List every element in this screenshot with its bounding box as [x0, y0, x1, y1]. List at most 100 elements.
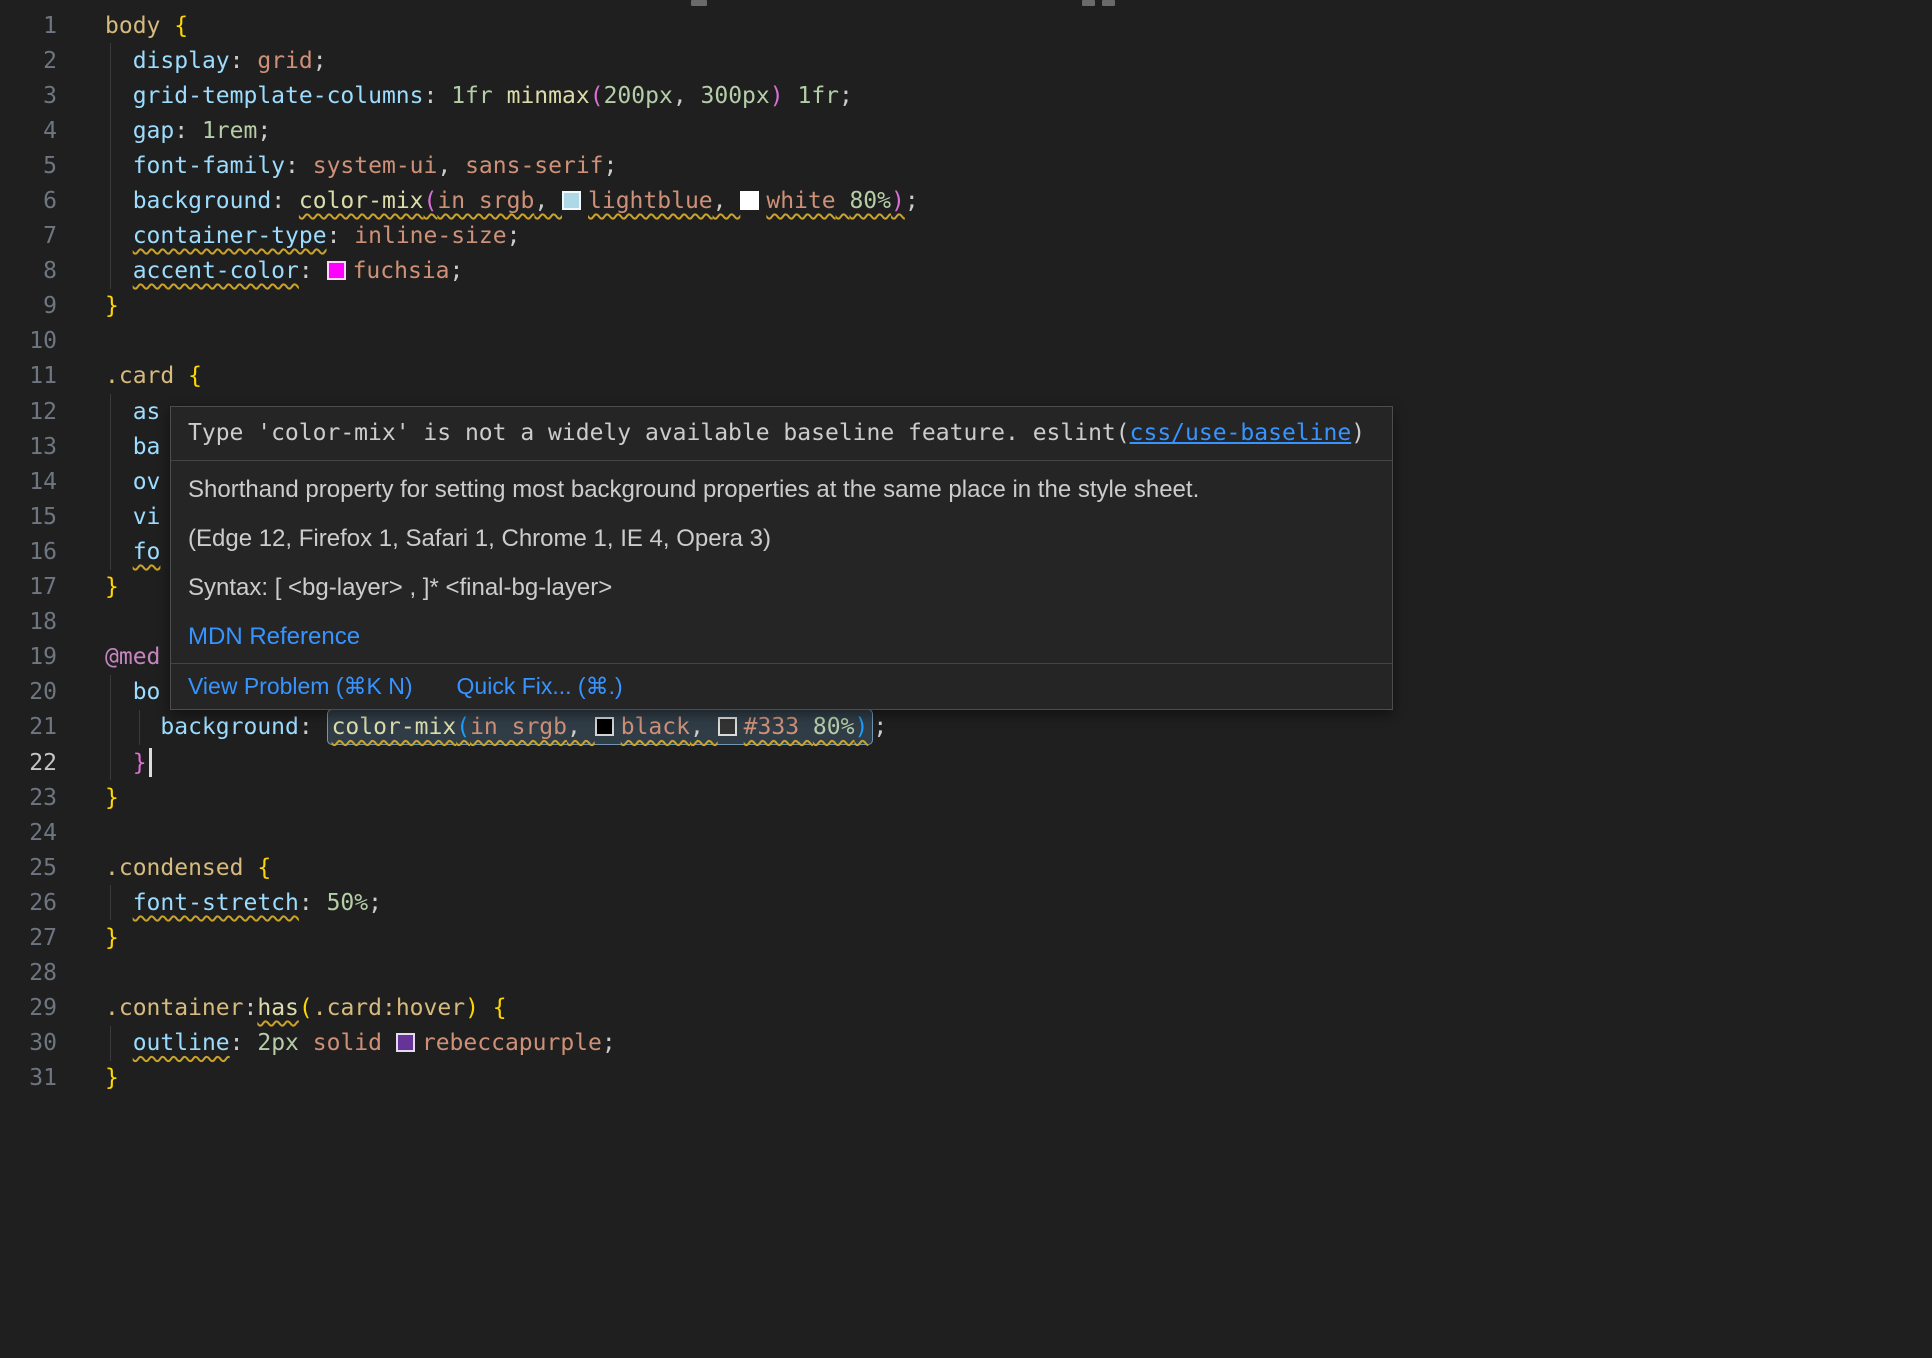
line-number[interactable]: 17 — [0, 574, 57, 600]
code-line[interactable]: 5 font-family: system-ui, sans-serif; — [0, 148, 1932, 183]
line-number[interactable]: 22 — [0, 750, 57, 776]
line-number[interactable]: 10 — [0, 328, 57, 354]
line-number[interactable]: 27 — [0, 925, 57, 951]
line-number[interactable]: 9 — [0, 293, 57, 319]
mdn-reference-link[interactable]: MDN Reference — [188, 623, 360, 650]
code-token: : — [299, 890, 327, 916]
code-token — [243, 855, 257, 881]
code-token: ; — [507, 223, 521, 249]
line-number[interactable]: 31 — [0, 1065, 57, 1091]
code-line[interactable]: 30 outline: 2px solid rebeccapurple; — [0, 1026, 1932, 1061]
code-token: ; — [839, 83, 853, 109]
code-line[interactable]: 26 font-stretch: 50%; — [0, 885, 1932, 920]
code-line[interactable]: 8 accent-color: fuchsia; — [0, 254, 1932, 289]
code-token — [105, 188, 133, 214]
code-line[interactable]: 23} — [0, 780, 1932, 815]
code-token: ; — [257, 118, 271, 144]
line-number[interactable]: 30 — [0, 1030, 57, 1056]
line-number[interactable]: 5 — [0, 153, 57, 179]
line-number[interactable]: 8 — [0, 258, 57, 284]
hover-actions-bar: View Problem (⌘K N) Quick Fix... (⌘.) — [171, 663, 1392, 709]
line-number[interactable]: 14 — [0, 469, 57, 495]
color-swatch[interactable] — [327, 261, 346, 280]
color-swatch[interactable] — [562, 191, 581, 210]
hover-syntax: Syntax: [ <bg-layer> , ]* <final-bg-laye… — [188, 573, 1375, 602]
code-text: accent-color: fuchsia; — [105, 258, 463, 284]
code-token: fuchsia — [353, 258, 450, 284]
code-line[interactable]: 6 background: color-mix(in srgb, lightbl… — [0, 183, 1932, 218]
code-token: 2px — [257, 1030, 299, 1056]
color-swatch[interactable] — [595, 717, 614, 736]
color-swatch[interactable] — [740, 191, 759, 210]
line-number[interactable]: 11 — [0, 363, 57, 389]
code-text: ov — [105, 469, 160, 495]
code-line[interactable]: 31} — [0, 1061, 1932, 1096]
code-line[interactable]: 4 gap: 1rem; — [0, 113, 1932, 148]
code-line[interactable]: 25.condensed { — [0, 850, 1932, 885]
code-token: in srgb — [470, 714, 567, 740]
code-token: 1rem — [202, 118, 257, 144]
code-token: 80% — [813, 714, 855, 740]
rule-link[interactable]: css/use-baseline — [1130, 420, 1352, 446]
line-number[interactable]: 23 — [0, 785, 57, 811]
code-text: container-type: inline-size; — [105, 223, 520, 249]
code-line[interactable]: 7 container-type: inline-size; — [0, 219, 1932, 254]
code-text: vi — [105, 504, 160, 530]
line-number[interactable]: 15 — [0, 504, 57, 530]
line-number[interactable]: 4 — [0, 118, 57, 144]
line-number[interactable]: 16 — [0, 539, 57, 565]
view-problem-button[interactable]: View Problem (⌘K N) — [188, 672, 413, 701]
line-number[interactable]: 2 — [0, 48, 57, 74]
code-token: { — [257, 855, 271, 881]
code-token: fo — [133, 539, 161, 565]
quick-fix-button[interactable]: Quick Fix... (⌘.) — [457, 672, 623, 701]
code-token — [105, 118, 133, 144]
line-number[interactable]: 25 — [0, 855, 57, 881]
line-number[interactable]: 3 — [0, 83, 57, 109]
diagnostic-message: Type 'color-mix' is not a widely availab… — [171, 407, 1392, 460]
code-token: #333 — [744, 714, 799, 740]
line-number[interactable]: 26 — [0, 890, 57, 916]
code-token: system-ui — [313, 153, 438, 179]
code-token: rebeccapurple — [422, 1030, 602, 1056]
code-token: : — [230, 1030, 258, 1056]
code-line[interactable]: 29.container:has(.card:hover) { — [0, 991, 1932, 1026]
code-token: ; — [602, 1030, 616, 1056]
line-number[interactable]: 24 — [0, 820, 57, 846]
code-line[interactable]: 3 grid-template-columns: 1fr minmax(200p… — [0, 78, 1932, 113]
code-line[interactable]: 22 } — [0, 745, 1932, 780]
code-line[interactable]: 9} — [0, 289, 1932, 324]
code-line[interactable]: 2 display: grid; — [0, 43, 1932, 78]
line-number[interactable]: 20 — [0, 679, 57, 705]
code-token: } — [105, 574, 119, 600]
code-token: , — [673, 83, 701, 109]
line-number[interactable]: 1 — [0, 13, 57, 39]
code-token: } — [105, 1065, 119, 1091]
code-token — [105, 1030, 133, 1056]
code-token: : — [299, 258, 327, 284]
code-token — [105, 539, 133, 565]
code-line[interactable]: 28 — [0, 956, 1932, 991]
code-line[interactable]: 1body { — [0, 8, 1932, 43]
line-number[interactable]: 13 — [0, 434, 57, 460]
code-text: @med — [105, 644, 160, 670]
line-number[interactable]: 29 — [0, 995, 57, 1021]
line-number[interactable]: 21 — [0, 714, 57, 740]
code-token: ; — [604, 153, 618, 179]
code-token — [479, 995, 493, 1021]
code-line[interactable]: 27} — [0, 920, 1932, 955]
code-line[interactable]: 24 — [0, 815, 1932, 850]
code-token: ) — [465, 995, 479, 1021]
code-line[interactable]: 21 background: color-mix(in srgb, black,… — [0, 710, 1932, 745]
line-number[interactable]: 19 — [0, 644, 57, 670]
code-line[interactable]: 11.card { — [0, 359, 1932, 394]
line-number[interactable]: 7 — [0, 223, 57, 249]
line-number[interactable]: 18 — [0, 609, 57, 635]
code-token: lightblue — [588, 188, 713, 214]
code-line[interactable]: 10 — [0, 324, 1932, 359]
color-swatch[interactable] — [396, 1033, 415, 1052]
line-number[interactable]: 12 — [0, 399, 57, 425]
color-swatch[interactable] — [718, 717, 737, 736]
line-number[interactable]: 28 — [0, 960, 57, 986]
line-number[interactable]: 6 — [0, 188, 57, 214]
